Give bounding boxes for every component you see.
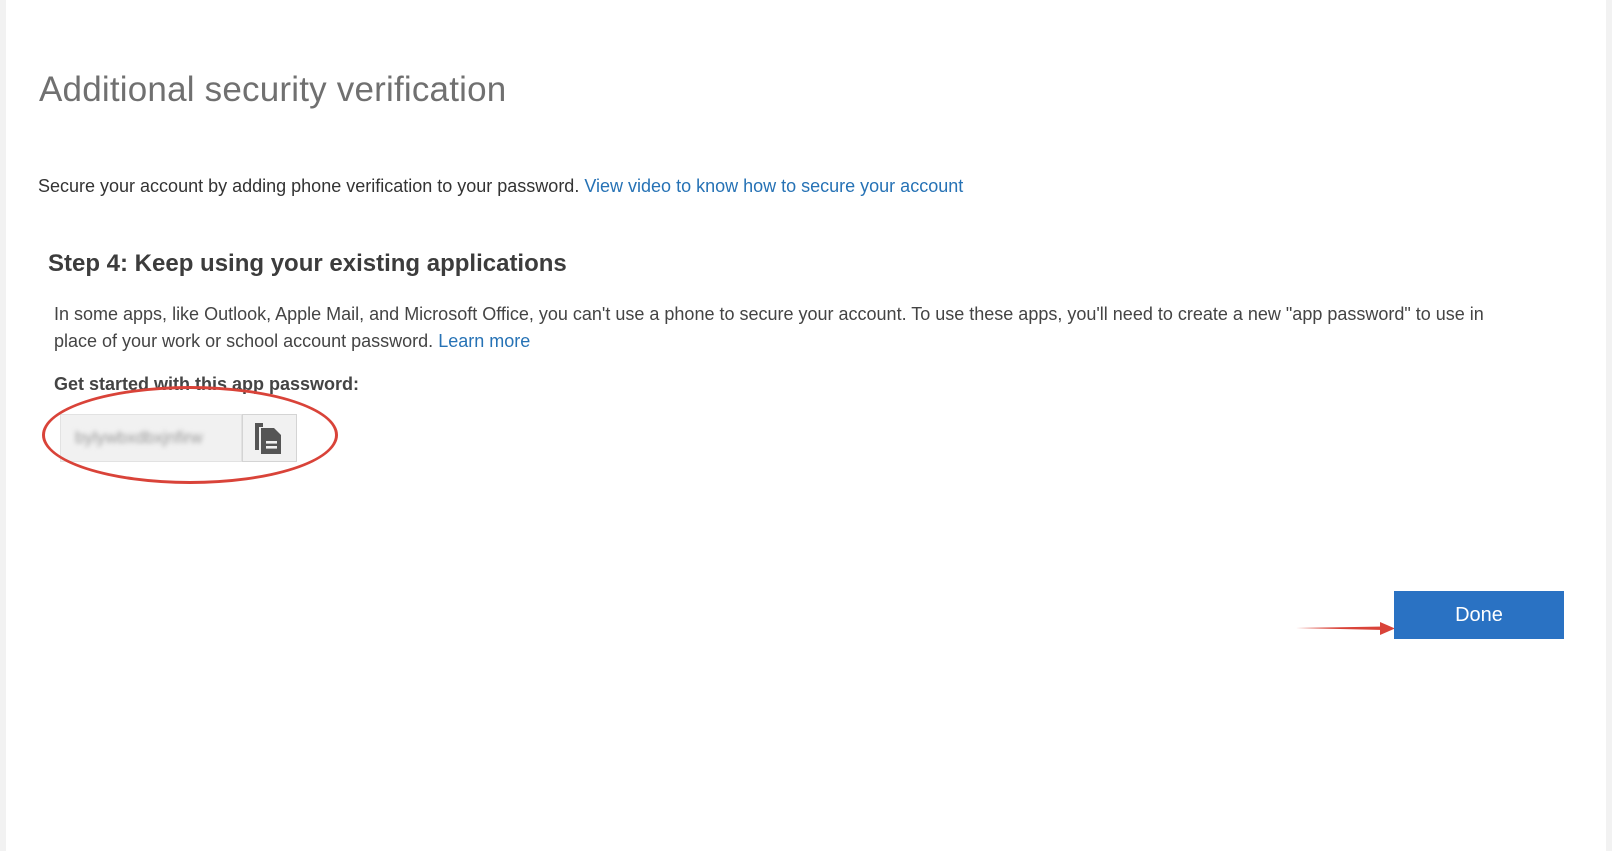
app-password-value: bylywbxdbxjnfirw	[75, 428, 203, 447]
view-video-link[interactable]: View video to know how to secure your ac…	[584, 176, 963, 196]
copy-icon	[255, 423, 281, 454]
step-description: In some apps, like Outlook, Apple Mail, …	[54, 301, 1514, 355]
step-description-text: In some apps, like Outlook, Apple Mail, …	[54, 304, 1484, 351]
get-started-label: Get started with this app password:	[54, 374, 360, 394]
done-button[interactable]: Done	[1394, 591, 1564, 639]
app-password-field[interactable]: bylywbxdbxjnfirw	[60, 414, 242, 462]
intro-paragraph: Secure your account by adding phone veri…	[38, 176, 963, 197]
intro-text: Secure your account by adding phone veri…	[38, 176, 580, 196]
step-title: Step 4: Keep using your existing applica…	[48, 250, 567, 277]
learn-more-link[interactable]: Learn more	[438, 331, 530, 351]
page-container: Additional security verification Secure …	[6, 0, 1606, 851]
page-title: Additional security verification	[39, 70, 507, 109]
annotation-arrow-icon	[1296, 622, 1395, 635]
copy-password-button[interactable]	[242, 414, 297, 462]
